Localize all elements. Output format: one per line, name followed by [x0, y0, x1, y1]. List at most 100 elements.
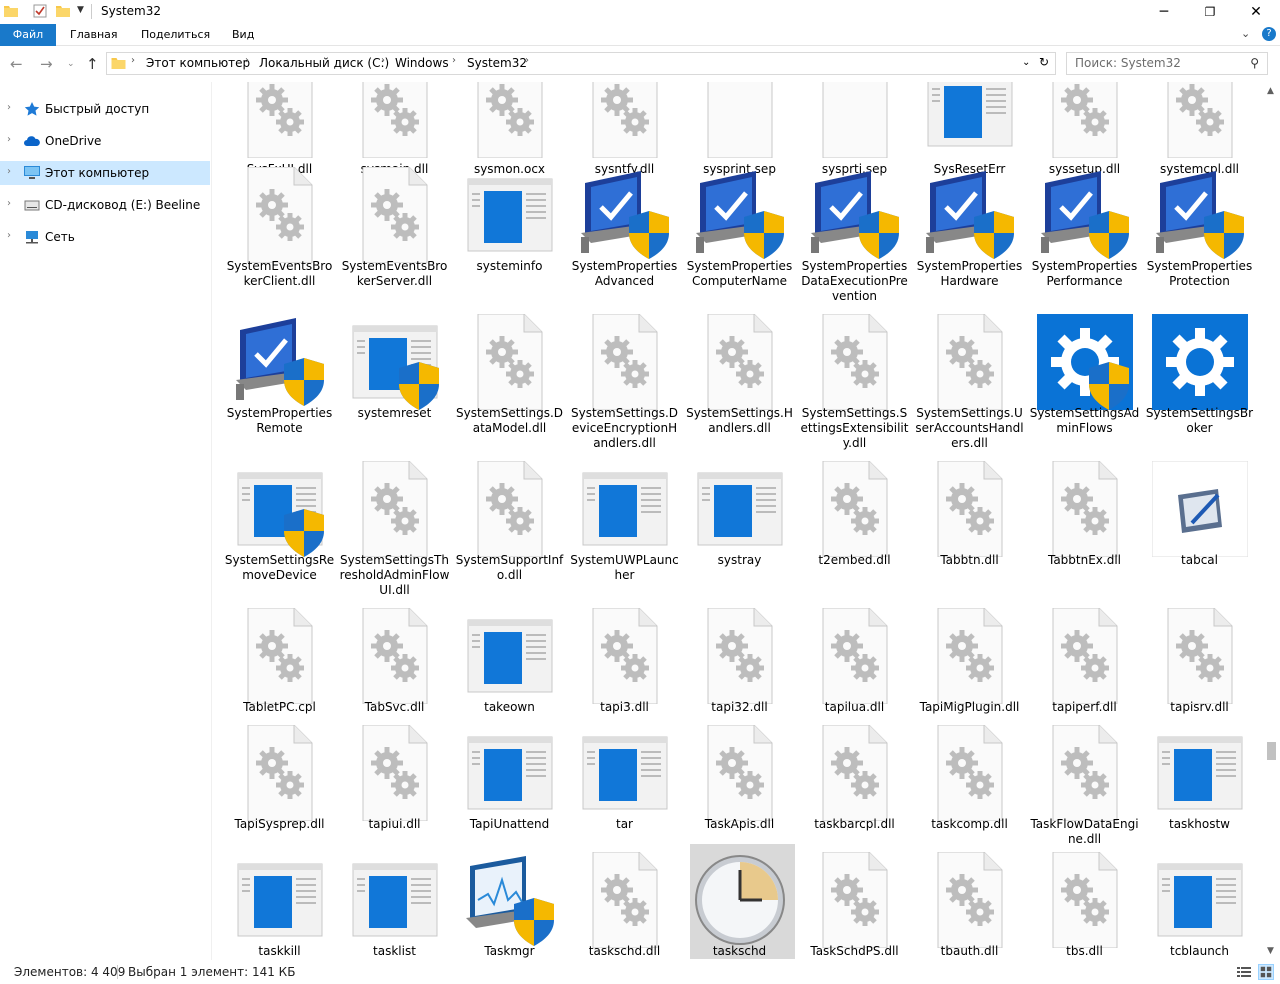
tab-view[interactable]: Вид	[220, 24, 266, 46]
file-item[interactable]: SystemSettingsRemoveDevice	[222, 461, 337, 601]
help-icon[interactable]: ?	[1262, 27, 1276, 41]
breadcrumb-chevron-icon[interactable]: ›	[452, 55, 456, 66]
file-item[interactable]: SystemSettingsBroker	[1142, 314, 1257, 454]
back-arrow-icon[interactable]: ←	[10, 55, 23, 73]
file-item[interactable]: TapiUnattend	[452, 725, 567, 865]
up-arrow-icon[interactable]: ↑	[86, 55, 99, 73]
file-item[interactable]: SystemPropertiesPerformance	[1027, 167, 1142, 307]
dll-file-icon	[1037, 82, 1133, 159]
address-bar[interactable]: › Этот компьютер › Локальный диск (C:) ›…	[106, 52, 1056, 75]
expand-ribbon-icon[interactable]: ⌄	[1241, 27, 1250, 40]
file-item[interactable]: TapiSysprep.dll	[222, 724, 337, 865]
chevron-right-icon[interactable]: ›	[7, 102, 11, 113]
new-folder-icon[interactable]	[56, 4, 70, 18]
tab-share[interactable]: Поделиться	[129, 24, 222, 46]
file-item[interactable]: SystemSupportInfo.dll	[452, 460, 567, 601]
sidebar-item-onedrive[interactable]: › OneDrive	[0, 129, 210, 153]
file-item[interactable]: TaskFlowDataEngine.dll	[1027, 724, 1142, 865]
file-item[interactable]: SystemSettings.DeviceEncryptionHandlers.…	[567, 313, 682, 454]
file-item[interactable]: SystemEventsBrokerClient.dll	[222, 166, 337, 307]
refresh-icon[interactable]: ↻	[1039, 55, 1049, 69]
file-item[interactable]: t2embed.dll	[797, 460, 912, 601]
file-item[interactable]: SystemPropertiesDataExecutionPrevention	[797, 167, 912, 307]
scroll-up-icon[interactable]: ▲	[1267, 86, 1274, 96]
details-view-icon[interactable]	[1236, 964, 1252, 980]
computer-icon	[24, 166, 40, 179]
file-item[interactable]: tar	[567, 725, 682, 865]
breadcrumb-local-disk[interactable]: Локальный диск (C:)	[259, 56, 389, 70]
chevron-right-icon[interactable]: ›	[7, 198, 11, 209]
file-item[interactable]: SystemEventsBrokerServer.dll	[337, 166, 452, 307]
breadcrumb-windows[interactable]: Windows	[395, 56, 449, 70]
breadcrumb-chevron-icon[interactable]: ›	[381, 55, 385, 66]
blank-file-icon	[807, 82, 903, 159]
file-item[interactable]: SystemSettingsAdminFlows	[1027, 314, 1142, 454]
file-item[interactable]: tapiui.dll	[337, 724, 452, 865]
scroll-down-icon[interactable]: ▼	[1267, 946, 1274, 956]
sidebar-item-cd-drive[interactable]: › CD-дисковод (E:) Beeline	[0, 193, 210, 217]
file-item[interactable]: SystemPropertiesComputerName	[682, 167, 797, 307]
search-input[interactable]: Поиск: System32	[1075, 56, 1181, 70]
file-item[interactable]: taskschd.dll	[567, 851, 682, 960]
file-item[interactable]: SystemPropertiesRemote	[222, 314, 337, 454]
address-dropdown-icon[interactable]: ⌄	[1022, 57, 1030, 68]
file-item[interactable]: tbs.dll	[1027, 851, 1142, 960]
minimize-button[interactable]: ─	[1141, 0, 1187, 24]
file-item[interactable]: SystemSettingsThresholdAdminFlowUI.dll	[337, 460, 452, 601]
file-item[interactable]: SystemSettings.SettingsExtensibility.dll	[797, 313, 912, 454]
file-item[interactable]: tabcal	[1142, 460, 1257, 601]
file-item[interactable]: SystemSettings.UserAccountsHandlers.dll	[912, 313, 1027, 454]
file-item[interactable]: Taskmgr	[452, 852, 567, 960]
properties-icon[interactable]	[33, 4, 47, 18]
file-item[interactable]: systeminfo	[452, 167, 567, 307]
file-item[interactable]: Tabbtn.dll	[912, 460, 1027, 601]
chevron-right-icon[interactable]: ›	[7, 134, 11, 145]
file-item[interactable]: systemreset	[337, 314, 452, 454]
tab-home[interactable]: Главная	[58, 24, 130, 46]
scrollbar-thumb[interactable]	[1267, 742, 1276, 760]
breadcrumb-chevron-icon[interactable]: ›	[131, 55, 135, 66]
sidebar-item-network[interactable]: › Сеть	[0, 225, 210, 249]
file-item[interactable]: taskbarcpl.dll	[797, 724, 912, 865]
file-item[interactable]: SystemPropertiesHardware	[912, 167, 1027, 307]
breadcrumb-this-pc[interactable]: Этот компьютер	[146, 56, 250, 70]
file-item[interactable]: taskcomp.dll	[912, 724, 1027, 865]
folder-icon[interactable]	[4, 4, 18, 18]
breadcrumb-system32[interactable]: System32	[467, 56, 527, 70]
application-shield-icon	[232, 461, 328, 557]
file-item[interactable]: SystemPropertiesProtection	[1142, 167, 1257, 307]
chevron-right-icon[interactable]: ›	[7, 230, 11, 241]
file-item[interactable]: TabbtnEx.dll	[1027, 460, 1142, 601]
search-box[interactable]: Поиск: System32 ⚲	[1066, 52, 1268, 75]
breadcrumb-chevron-icon[interactable]: ›	[245, 55, 249, 66]
file-item[interactable]: taskkill	[222, 852, 337, 960]
vertical-scrollbar[interactable]: ▲ ▼	[1263, 82, 1280, 960]
maximize-button[interactable]: ❐	[1187, 0, 1233, 24]
search-icon[interactable]: ⚲	[1250, 56, 1259, 70]
sidebar-item-this-pc[interactable]: › Этот компьютер	[0, 161, 210, 185]
file-name: tapisrv.dll	[1170, 700, 1229, 714]
large-icons-view-icon[interactable]	[1258, 964, 1274, 980]
sidebar-item-quick-access[interactable]: › Быстрый доступ	[0, 97, 210, 121]
tab-file[interactable]: Файл	[0, 24, 56, 46]
file-item[interactable]: taskhostw	[1142, 725, 1257, 865]
file-item[interactable]: systray	[682, 461, 797, 601]
file-item[interactable]: TaskSchdPS.dll	[797, 851, 912, 960]
file-item[interactable]: SystemSettings.DataModel.dll	[452, 313, 567, 454]
recent-locations-icon[interactable]: ⌄	[67, 59, 75, 69]
file-item[interactable]: tcblaunch	[1142, 852, 1257, 960]
file-name: systemreset	[357, 406, 432, 420]
file-name: taskschd	[712, 944, 767, 958]
close-button[interactable]: ✕	[1233, 0, 1279, 24]
breadcrumb-chevron-icon[interactable]: ›	[525, 55, 529, 66]
forward-arrow-icon[interactable]: →	[40, 55, 53, 73]
file-item[interactable]: tasklist	[337, 852, 452, 960]
file-item[interactable]: SystemSettings.Handlers.dll	[682, 313, 797, 454]
quick-access-dropdown-icon[interactable]: ▼	[77, 5, 84, 15]
file-item[interactable]: SystemPropertiesAdvanced	[567, 167, 682, 307]
dll-file-icon	[577, 82, 673, 159]
file-item[interactable]: SystemUWPLauncher	[567, 461, 682, 601]
file-item[interactable]: taskschd	[682, 844, 797, 960]
chevron-right-icon[interactable]: ›	[7, 166, 11, 177]
file-item[interactable]: tbauth.dll	[912, 851, 1027, 960]
